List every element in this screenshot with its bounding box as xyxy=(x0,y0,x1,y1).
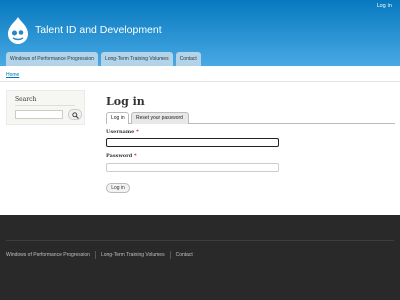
login-link[interactable]: Log in xyxy=(377,3,392,9)
footer-separator xyxy=(169,251,171,259)
login-submit-button[interactable]: Log in xyxy=(106,183,130,193)
required-marker: * xyxy=(136,129,139,135)
username-field[interactable] xyxy=(106,138,279,147)
password-label-text: Password xyxy=(106,153,133,159)
password-field[interactable] xyxy=(106,163,279,172)
username-label-text: Username xyxy=(106,129,135,135)
footer-divider xyxy=(6,240,394,241)
search-button[interactable] xyxy=(68,109,82,120)
search-block-title: Search xyxy=(15,96,37,103)
footer-link-training-volumes[interactable]: Long-Term Training Volumes xyxy=(101,252,165,258)
footer-menu: Windows of Performance Progression Long-… xyxy=(6,251,193,259)
main-navigation: Windows of Performance Progression Long-… xyxy=(6,52,201,66)
site-header: Log in Talent ID and Development Windows… xyxy=(0,0,400,66)
site-footer: Windows of Performance Progression Long-… xyxy=(0,215,400,300)
nav-tab-contact[interactable]: Contact xyxy=(175,52,201,66)
site-name[interactable]: Talent ID and Development xyxy=(35,24,162,36)
breadcrumb-home-link[interactable]: Home xyxy=(6,72,19,78)
username-label: Username * xyxy=(106,129,139,135)
breadcrumb: Home xyxy=(0,66,400,82)
required-marker: * xyxy=(134,153,137,159)
tab-reset-password[interactable]: Reset your password xyxy=(131,112,189,124)
nav-tab-performance-progression[interactable]: Windows of Performance Progression xyxy=(6,52,98,66)
tab-log-in[interactable]: Log in xyxy=(106,112,129,124)
login-tabs: Log in Reset your password xyxy=(106,112,395,124)
password-label: Password * xyxy=(106,153,137,159)
nav-tab-training-volumes[interactable]: Long-Term Training Volumes xyxy=(100,52,173,66)
footer-link-performance-progression[interactable]: Windows of Performance Progression xyxy=(6,252,90,258)
divider xyxy=(15,105,75,106)
search-input[interactable] xyxy=(15,110,63,119)
sidebar-search-block: Search xyxy=(6,90,85,125)
drupal-logo-icon[interactable] xyxy=(7,16,29,45)
footer-separator xyxy=(94,251,96,259)
footer-link-contact[interactable]: Contact xyxy=(176,252,193,258)
page-title: Log in xyxy=(106,95,145,108)
search-icon xyxy=(72,112,79,119)
